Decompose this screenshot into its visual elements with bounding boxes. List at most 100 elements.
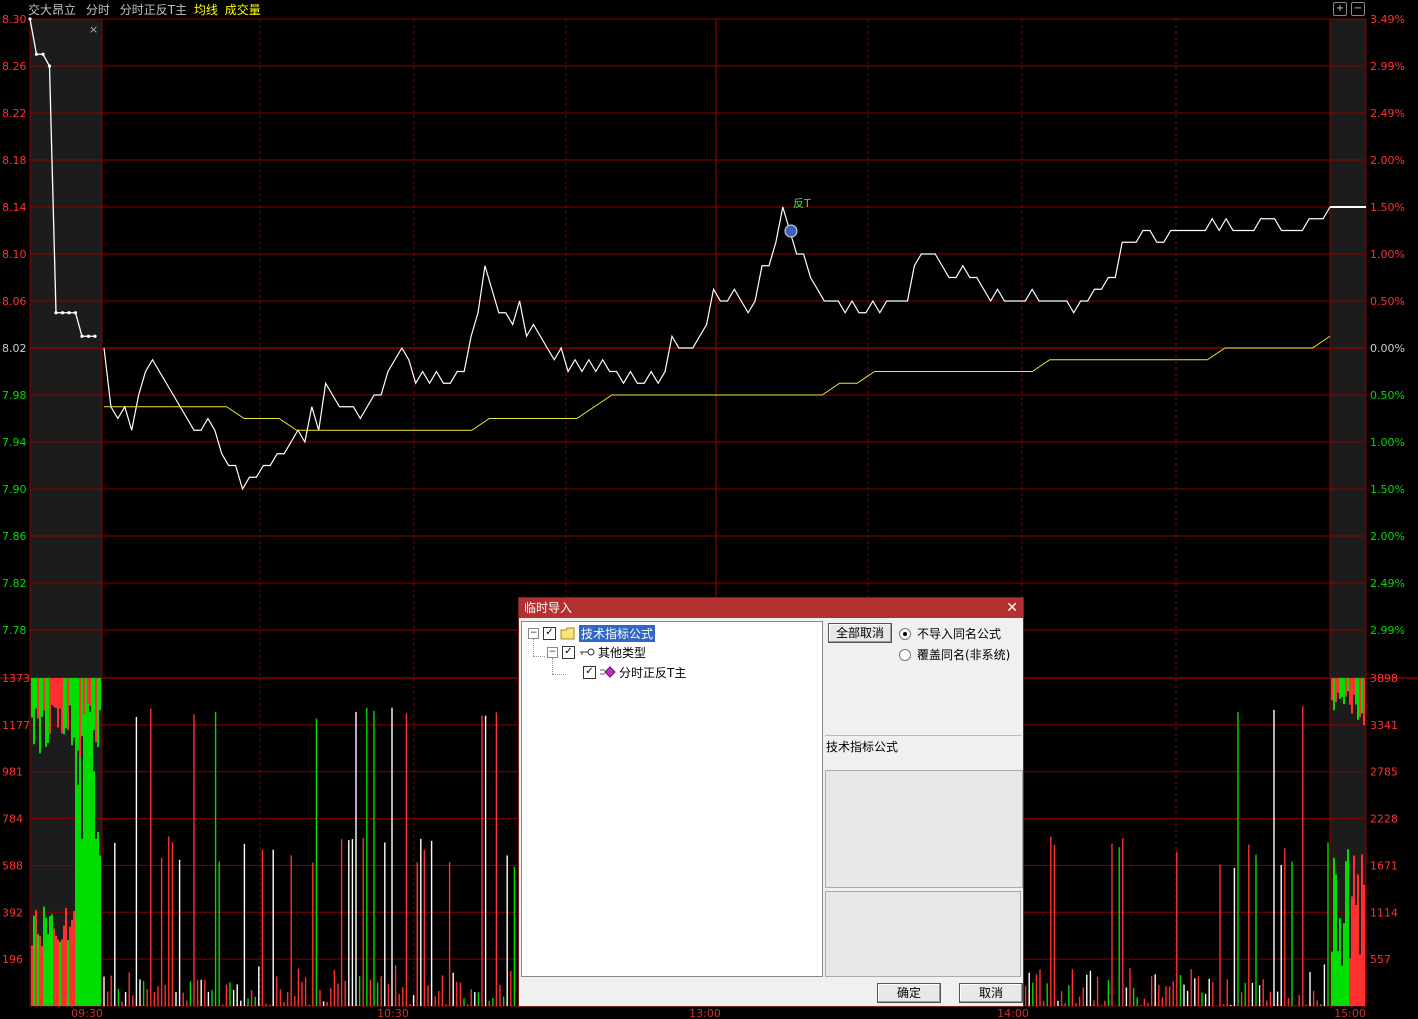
pct-tick-label: 2.99% [1370,60,1405,73]
price-tick-label: 7.90 [2,483,27,496]
auction-point [41,52,45,56]
tree-label-category[interactable]: 其他类型 [598,644,646,661]
radio-checked-icon[interactable] [899,627,911,640]
pct-tick-label: 1.00% [1370,436,1405,449]
average-price-line [104,335,1331,431]
checkbox-root[interactable]: ✓ [543,626,556,640]
cancel-button[interactable]: 取消 [959,983,1023,1003]
pct-tick-label: 2.99% [1370,624,1405,637]
price-tick-label: 8.14 [2,201,27,214]
pct-tick-label: 2.49% [1370,107,1405,120]
pct-tick-label: 0.50% [1370,295,1405,308]
pct-tick-label: 3.49% [1370,13,1405,26]
price-tick-label: 8.30 [2,13,27,26]
pct-tick-label: 2.00% [1370,530,1405,543]
info-label: 技术指标公式 [826,740,899,754]
time-label: 09:30 [71,1007,103,1019]
price-tick-label: 8.06 [2,295,27,308]
volume-tick-label-right: 1114 [1370,906,1398,919]
auction-point [54,311,58,315]
price-tick-label: 8.18 [2,154,27,167]
price-tick-label: 7.94 [2,436,27,449]
pct-tick-label: 0.50% [1370,389,1405,402]
pct-tick-label: 2.00% [1370,154,1405,167]
price-tick-label: 7.78 [2,624,27,637]
price-tick-label: 7.98 [2,389,27,402]
time-label: 10:30 [377,1007,409,1019]
mode-label[interactable]: 分时 [86,3,110,17]
auction-point [93,334,97,338]
price-tick-label: 7.82 [2,577,27,590]
price-tick-label: 8.26 [2,60,27,73]
volume-tick-label-right: 2228 [1370,813,1398,826]
auction-point [28,17,32,21]
radio-skip-label[interactable]: 不导入同名公式 [917,625,1001,642]
tree-node-category[interactable]: − ✓ 其他类型 [547,643,646,661]
time-label: 15:00 [1334,1007,1366,1019]
price-tick-label: 8.22 [2,107,27,120]
volume-tick-label: 981 [2,766,23,779]
auction-point [47,64,52,68]
avg-line-label: 均线 [193,3,218,17]
volume-tick-label-right: 2785 [1370,766,1398,779]
radio-overwrite-label[interactable]: 覆盖同名(非系统) [917,646,1010,663]
price-tick-label: 7.86 [2,530,27,543]
volume-tick-label: 196 [2,953,23,966]
signal-label: 反T [793,197,811,210]
radio-unchecked-icon[interactable] [899,648,911,661]
dialog-title-bar: 临时导入 ✕ [519,598,1023,618]
checkbox-formula[interactable]: ✓ [583,665,596,679]
auction-point [67,311,71,315]
volume-tick-label-right: 3341 [1370,719,1398,732]
ok-button[interactable]: 确定 [877,983,941,1003]
auction-point [60,311,65,315]
close-icon[interactable]: ✕ [1006,598,1018,618]
volume-label: 成交量 [224,3,261,17]
volume-tick-label-right: 557 [1370,953,1391,966]
collapse-toggle-icon[interactable]: − [547,646,558,658]
cancel-all-button[interactable]: 全部取消 [828,623,892,643]
volume-tick-label: 784 [2,813,23,826]
pct-tick-label: 1.00% [1370,248,1405,261]
time-label: 14:00 [997,1007,1029,1019]
auction-point [73,311,78,315]
expand-icon[interactable]: + [1333,2,1347,16]
auction-point [86,334,91,338]
collapse-icon[interactable]: − [1351,2,1365,16]
info-header: 技术指标公式 [825,735,1021,769]
tree-label-formula[interactable]: 分时正反T主 [619,664,686,681]
radio-skip-same-name[interactable]: 不导入同名公式 [899,625,1001,642]
volume-tick-label: 1373 [2,672,30,685]
pct-tick-label: 2.49% [1370,577,1405,590]
pct-tick-label: 1.50% [1370,201,1405,214]
checkbox-category[interactable]: ✓ [562,645,575,659]
preview-panel [825,891,1021,977]
dialog-title: 临时导入 [524,601,573,615]
close-mark-icon: × [89,23,98,36]
volume-tick-label-right: 1671 [1370,859,1398,872]
tree-node-root[interactable]: − ✓ 技术指标公式 [528,624,656,642]
volume-tick-label: 588 [2,859,23,872]
description-panel [825,770,1023,888]
auction-point [80,334,84,338]
folder-icon [560,627,575,639]
chart-header: 交大昂立 分时 分时正反T主 均线 成交量 [28,1,267,17]
volume-tick-label-right: 3898 [1370,672,1398,685]
volume-tick-label: 1177 [2,719,30,732]
price-tick-label: 8.10 [2,248,27,261]
pct-tick-label: 0.00% [1370,342,1405,355]
key-icon [580,648,595,656]
formula-tree[interactable]: − ✓ 技术指标公式 − ✓ 其他类型 ✓ 分时正反T主 [521,621,823,977]
formula-diamond-icon [600,666,616,678]
price-tick-label: 8.02 [2,342,27,355]
tree-label-root[interactable]: 技术指标公式 [579,624,656,642]
time-label: 13:00 [689,1007,721,1019]
volume-tick-label: 392 [2,906,23,919]
signal-icon [784,224,798,238]
pct-tick-label: 1.50% [1370,483,1405,496]
auction-point [34,52,39,56]
tree-node-formula[interactable]: ✓ 分时正反T主 [566,663,686,681]
collapse-toggle-icon[interactable]: − [528,627,539,639]
indicator-name[interactable]: 分时正反T主 [120,3,187,17]
radio-overwrite[interactable]: 覆盖同名(非系统) [899,646,1010,663]
